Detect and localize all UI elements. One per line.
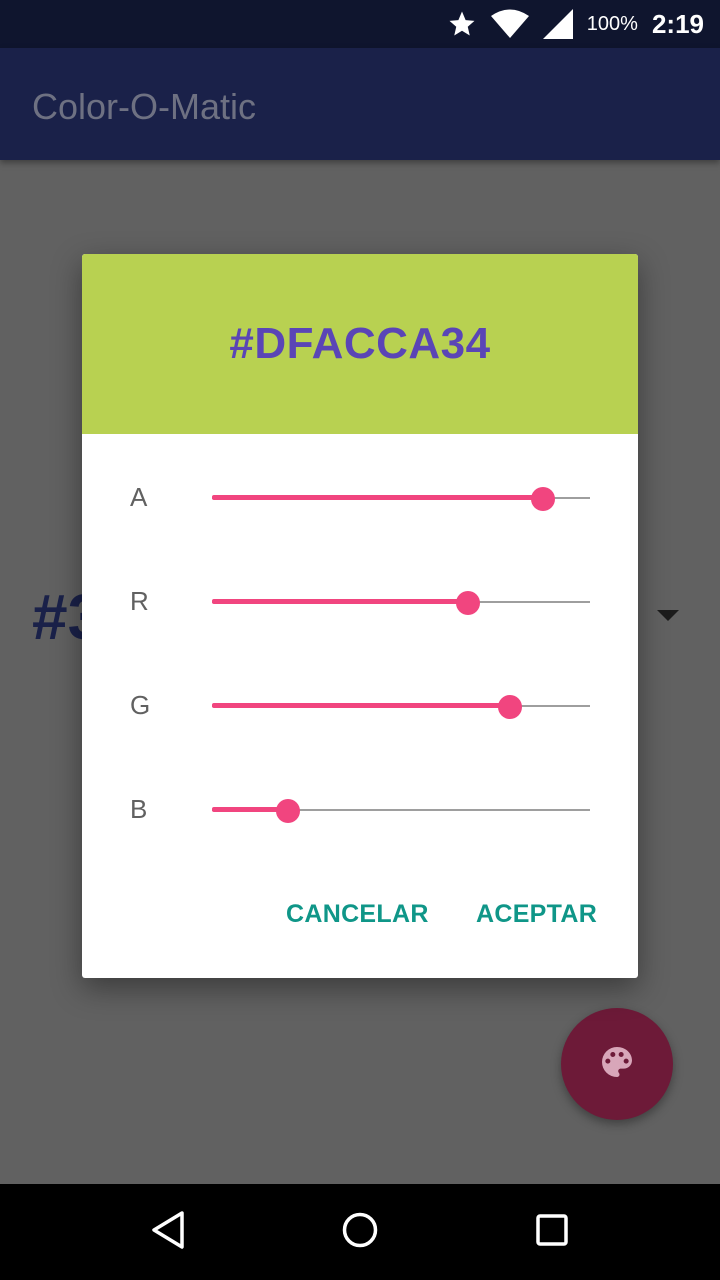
slider-thumb[interactable] [275,799,300,823]
red-slider[interactable] [212,591,590,615]
dialog-actions: CANCELAR ACEPTAR [82,890,638,940]
slider-row-blue: B [82,780,638,840]
back-icon [150,1210,186,1255]
navigation-bar [0,1184,720,1280]
recents-icon [535,1213,569,1252]
slider-fill [212,495,544,500]
hex-value: #DFACCA34 [229,319,491,368]
blue-slider[interactable] [212,799,590,823]
slider-thumb[interactable] [497,695,522,719]
clock-time: 2:19 [651,8,704,39]
status-icons: 100% 2:19 [447,0,704,48]
recents-button[interactable] [528,1208,576,1256]
slider-label: G [130,690,151,720]
slider-label: R [130,586,149,616]
back-button[interactable] [144,1208,192,1256]
green-slider[interactable] [212,695,590,719]
slider-label: B [130,794,148,824]
slider-row-alpha: A [82,468,638,528]
alpha-slider[interactable] [212,487,590,511]
slider-thumb[interactable] [531,487,556,511]
slider-fill [212,703,510,708]
home-button[interactable] [336,1208,384,1256]
cancel-button[interactable]: CANCELAR [286,900,429,929]
home-icon [341,1211,379,1254]
status-bar: 100% 2:19 [0,0,720,48]
color-picker-dialog: #DFACCA34 A R G B CANCELAR ACEPTAR [82,254,638,978]
slider-fill [212,599,468,604]
wifi-icon [490,9,529,39]
palette-fab-button[interactable] [561,1008,673,1120]
dropdown-arrow-icon[interactable] [657,610,679,621]
accept-button[interactable]: ACEPTAR [476,900,597,929]
slider-thumb[interactable] [455,591,480,615]
palette-icon [597,1042,637,1087]
app-bar: Color-O-Matic [0,48,720,160]
slider-row-red: R [82,572,638,632]
battery-text: 100% [586,12,638,35]
star-icon [447,9,477,39]
slider-row-green: G [82,676,638,736]
slider-label: A [130,482,148,512]
cell-signal-icon [542,9,573,39]
app-title: Color-O-Matic [32,86,257,127]
color-preview-header: #DFACCA34 [82,254,638,434]
